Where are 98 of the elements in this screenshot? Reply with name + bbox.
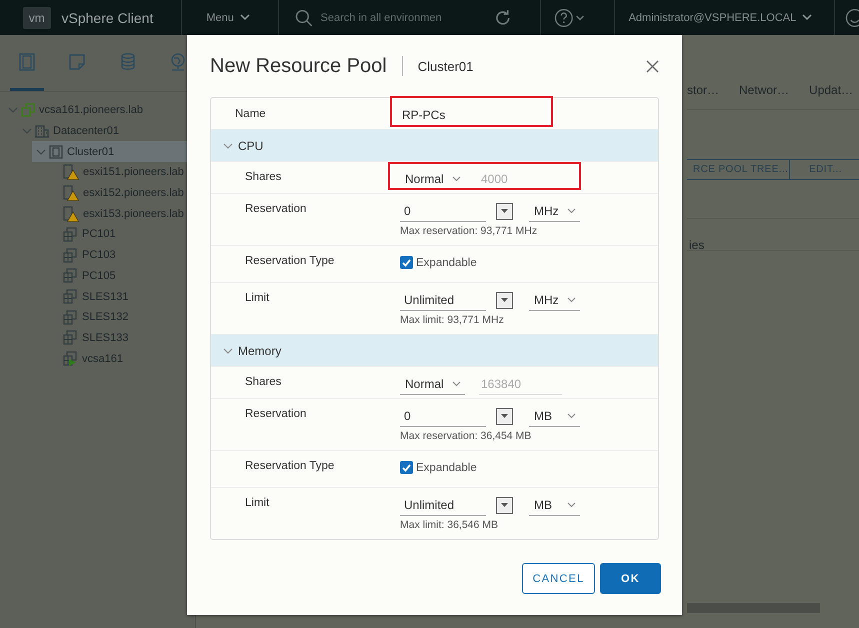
- property-text: ies: [689, 236, 704, 252]
- field-label: Reservation: [244, 202, 308, 217]
- tree-item[interactable]: esxi153.pioneers.lab: [0, 203, 195, 224]
- search-icon[interactable]: [294, 8, 313, 26]
- app-title: vSphere Client: [62, 10, 154, 26]
- smiley-icon[interactable]: [845, 8, 859, 28]
- dropdown-button[interactable]: [496, 496, 513, 514]
- cluster-icon: [49, 144, 63, 159]
- chevron-icon: [567, 208, 576, 214]
- globe-icon: [170, 52, 186, 70]
- field-label: Reservation Type: [244, 254, 336, 269]
- field-label: Shares: [244, 375, 282, 390]
- unit-dropdown[interactable]: MB: [529, 494, 580, 516]
- field-label: Reservation Type: [244, 459, 336, 474]
- caret-icon: [501, 209, 508, 213]
- host-warning-icon: [63, 185, 79, 202]
- search-field[interactable]: Search in all environmen: [320, 12, 461, 24]
- tree-item[interactable]: vcsa161.pioneers.lab: [0, 100, 195, 121]
- field-label: Name: [234, 107, 267, 122]
- hosts-icon: [18, 52, 35, 70]
- content-tab[interactable]: Networ…: [739, 83, 790, 109]
- tree-item[interactable]: esxi151.pioneers.lab: [0, 162, 195, 183]
- chevron-icon: [223, 142, 233, 150]
- dialog-subtitle: Cluster01: [418, 58, 474, 74]
- vm-icon: [63, 330, 78, 346]
- close-icon[interactable]: [646, 60, 659, 72]
- vm-icon: [63, 289, 78, 304]
- cancel-button[interactable]: CANCEL: [522, 563, 595, 594]
- section-header[interactable]: Memory: [211, 334, 658, 366]
- tree-item[interactable]: SLES132: [0, 306, 195, 328]
- vm-icon: [63, 310, 78, 325]
- hint-text: Max limit: 93,771 MHz: [400, 314, 505, 326]
- menu-button[interactable]: Menu: [206, 12, 250, 24]
- content-tab[interactable]: Updat…: [809, 83, 854, 109]
- hint-text: Max reservation: 36,454 MB: [400, 430, 532, 442]
- chevron-icon: [240, 14, 250, 21]
- tree-item[interactable]: Datacenter01: [0, 120, 195, 142]
- tree-item[interactable]: PC103: [0, 244, 195, 266]
- shares-dropdown[interactable]: Normal: [400, 168, 465, 190]
- field-label: Shares: [244, 170, 282, 185]
- user-menu[interactable]: Administrator@VSPHERE.LOCAL: [628, 12, 812, 24]
- tree-item[interactable]: esxi152.pioneers.lab: [0, 182, 195, 204]
- unit-dropdown[interactable]: MHz: [529, 289, 580, 311]
- content-tab[interactable]: stor…: [687, 83, 720, 109]
- chevron-icon: [223, 346, 233, 354]
- tree-item[interactable]: vcsa161: [0, 348, 195, 369]
- checkbox-label: Expandable: [416, 256, 477, 268]
- amount-field[interactable]: 0: [400, 405, 486, 427]
- running-vm-icon: [63, 351, 78, 366]
- tree-item[interactable]: SLES133: [0, 328, 195, 348]
- check-icon: [402, 464, 411, 472]
- chevron-icon: [567, 502, 576, 508]
- caret-icon: [501, 414, 508, 418]
- vcenter-icon: [21, 103, 35, 118]
- tree-item[interactable]: PC101: [0, 224, 195, 245]
- chevron-icon: [452, 380, 461, 386]
- checkbox-label: Expandable: [416, 462, 477, 474]
- tree-item[interactable]: PC105: [0, 266, 195, 286]
- toolbar-button[interactable]: RCE POOL TREE...: [687, 159, 790, 180]
- chevron-icon: [567, 296, 576, 302]
- dropdown-button[interactable]: [496, 292, 513, 308]
- field-label: Reservation: [244, 407, 308, 422]
- vm-icon: [63, 226, 78, 242]
- tree-item[interactable]: SLES131: [0, 286, 195, 307]
- help-icon[interactable]: [554, 8, 586, 28]
- vm-icon: [63, 248, 78, 263]
- caret-icon: [501, 298, 508, 302]
- check-icon: [402, 258, 411, 266]
- caret-icon: [501, 503, 508, 507]
- field-label: Limit: [244, 291, 270, 306]
- host-warning-icon: [63, 164, 79, 180]
- shares-dropdown[interactable]: Normal: [400, 373, 465, 395]
- vm-logo: vm: [23, 6, 51, 28]
- amount-field[interactable]: Unlimited: [400, 289, 486, 311]
- checkbox[interactable]: [400, 461, 413, 474]
- dropdown-button[interactable]: [496, 408, 513, 424]
- hint-text: Max limit: 36,546 MB: [400, 519, 500, 531]
- checkbox[interactable]: [400, 256, 413, 269]
- amount-field[interactable]: Unlimited: [400, 494, 486, 516]
- unit-dropdown[interactable]: MHz: [529, 200, 580, 222]
- building-icon: [35, 124, 49, 138]
- section-header[interactable]: CPU: [211, 129, 658, 161]
- dialog-title: New Resource Pool: [210, 54, 387, 78]
- document-icon: [69, 54, 86, 70]
- chevron-icon: [567, 412, 576, 418]
- chevron-icon: [802, 14, 812, 21]
- hint-text: Max reservation: 93,771 MHz: [400, 225, 538, 237]
- toolbar-button[interactable]: EDIT...: [790, 159, 859, 180]
- dropdown-button[interactable]: [496, 202, 513, 220]
- ok-button[interactable]: OK: [600, 563, 661, 594]
- host-warning-icon: [63, 206, 79, 222]
- database-icon: [120, 53, 135, 70]
- field-label: Limit: [244, 496, 270, 511]
- name-field[interactable]: RP-PCs: [400, 104, 544, 127]
- unit-dropdown[interactable]: MB: [529, 405, 580, 427]
- vm-icon: [63, 268, 78, 284]
- amount-field[interactable]: 0: [400, 200, 486, 222]
- chevron-icon: [452, 176, 461, 182]
